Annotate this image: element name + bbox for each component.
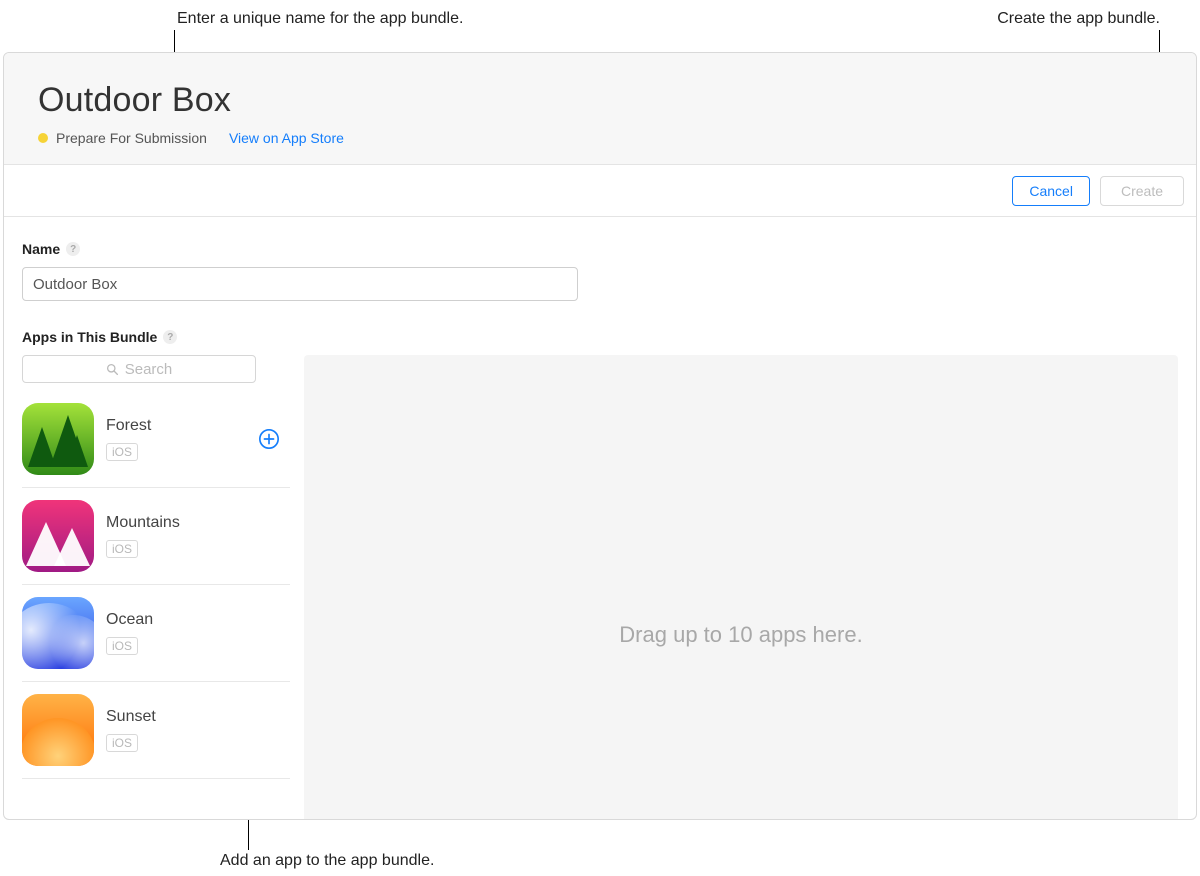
help-icon[interactable]: ? bbox=[66, 242, 80, 256]
app-meta: Mountains iOS bbox=[106, 514, 290, 558]
page-title: Outdoor Box bbox=[38, 81, 1162, 120]
app-name: Forest bbox=[106, 417, 246, 435]
dropzone-text: Drag up to 10 apps here. bbox=[619, 622, 862, 648]
add-app-button[interactable] bbox=[258, 428, 280, 450]
app-row: Ocean iOS bbox=[22, 585, 290, 682]
search-placeholder: Search bbox=[125, 361, 173, 378]
app-row: Sunset iOS bbox=[22, 682, 290, 779]
app-row: Mountains iOS bbox=[22, 488, 290, 585]
view-on-app-store-link[interactable]: View on App Store bbox=[229, 130, 344, 146]
form-area: Name ? Apps in This Bundle ? Search bbox=[4, 217, 1196, 820]
bundle-panel: Outdoor Box Prepare For Submission View … bbox=[3, 52, 1197, 820]
annotation-add: Add an app to the app bundle. bbox=[220, 852, 434, 870]
app-icon-sunset bbox=[22, 694, 94, 766]
annotation-name: Enter a unique name for the app bundle. bbox=[177, 10, 463, 28]
plus-circle-icon bbox=[258, 428, 280, 450]
app-name: Sunset bbox=[106, 708, 290, 726]
app-meta: Ocean iOS bbox=[106, 611, 290, 655]
app-meta: Forest iOS bbox=[106, 417, 246, 461]
app-name: Mountains bbox=[106, 514, 290, 532]
status-dot-icon bbox=[38, 133, 48, 143]
app-row: Forest iOS bbox=[22, 391, 290, 488]
name-label-row: Name ? bbox=[22, 241, 1178, 257]
platform-badge: iOS bbox=[106, 734, 138, 752]
cancel-button[interactable]: Cancel bbox=[1012, 176, 1090, 206]
bundle-section: Apps in This Bundle ? Search ForestiOSMo… bbox=[22, 329, 1178, 820]
help-icon[interactable]: ? bbox=[163, 330, 177, 344]
create-button[interactable]: Create bbox=[1100, 176, 1184, 206]
app-icon-forest bbox=[22, 403, 94, 475]
bundle-body: Search ForestiOSMountainsiOSOceaniOSSuns… bbox=[22, 355, 1178, 820]
status-row: Prepare For Submission View on App Store bbox=[38, 130, 1162, 146]
app-list: Forest iOS Mountains iOS Ocean iOS Sunset iOS bbox=[22, 391, 290, 779]
app-icon-mountains bbox=[22, 500, 94, 572]
app-meta: Sunset iOS bbox=[106, 708, 290, 752]
platform-badge: iOS bbox=[106, 637, 138, 655]
apps-in-bundle-label-row: Apps in This Bundle ? bbox=[22, 329, 1178, 345]
name-label: Name bbox=[22, 241, 60, 257]
search-icon bbox=[106, 363, 119, 376]
annotation-create: Create the app bundle. bbox=[997, 10, 1160, 28]
app-icon-ocean bbox=[22, 597, 94, 669]
app-name: Ocean bbox=[106, 611, 290, 629]
apps-column: Search ForestiOSMountainsiOSOceaniOSSuns… bbox=[22, 355, 290, 779]
platform-badge: iOS bbox=[106, 443, 138, 461]
bundle-name-input[interactable] bbox=[22, 267, 578, 301]
panel-header: Outdoor Box Prepare For Submission View … bbox=[4, 53, 1196, 165]
app-search-input[interactable]: Search bbox=[22, 355, 256, 383]
platform-badge: iOS bbox=[106, 540, 138, 558]
status-text: Prepare For Submission bbox=[56, 130, 207, 146]
action-bar: Cancel Create bbox=[4, 165, 1196, 217]
apps-in-bundle-label: Apps in This Bundle bbox=[22, 329, 157, 345]
bundle-dropzone[interactable]: Drag up to 10 apps here. bbox=[304, 355, 1178, 820]
